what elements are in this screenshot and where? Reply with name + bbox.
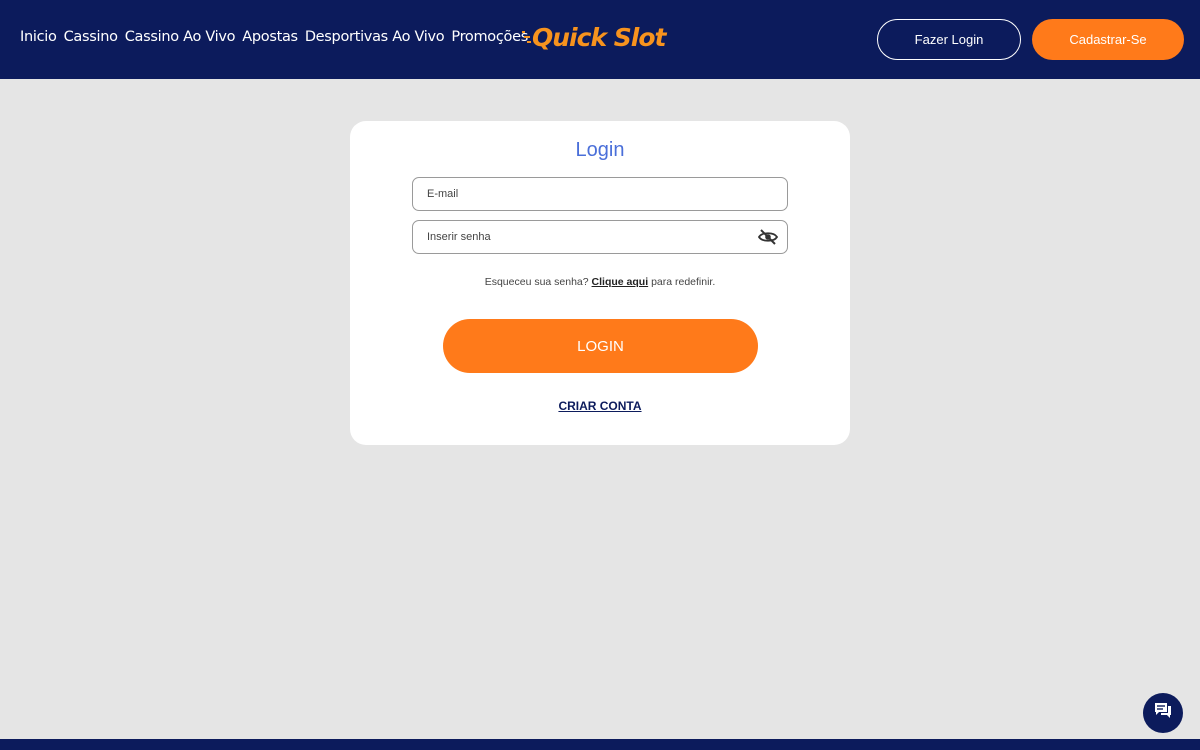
nav-promocoes[interactable]: Promoções xyxy=(451,29,528,45)
create-account-link[interactable]: CRIAR CONTA xyxy=(558,399,641,413)
eye-off-icon[interactable] xyxy=(757,228,779,246)
nav-apostas[interactable]: Apostas xyxy=(242,29,298,45)
logo-text: Quick Slot xyxy=(532,23,668,52)
password-input[interactable] xyxy=(413,221,733,253)
chat-button[interactable] xyxy=(1143,693,1183,733)
reset-password-link[interactable]: Clique aqui xyxy=(592,276,649,288)
cadastrar-button[interactable]: Cadastrar-Se xyxy=(1032,19,1184,60)
nav-desportivas-ao-vivo[interactable]: Desportivas Ao Vivo xyxy=(305,29,445,45)
nav-cassino[interactable]: Cassino xyxy=(64,29,118,45)
chat-icon xyxy=(1153,701,1173,725)
login-title: Login xyxy=(575,139,625,161)
forgot-prefix: Esqueceu sua senha? xyxy=(484,276,589,288)
quick-slot-logo[interactable]: Quick Slot xyxy=(522,18,682,58)
forgot-suffix: para redefinir. xyxy=(651,276,716,288)
fazer-login-button[interactable]: Fazer Login xyxy=(877,19,1021,60)
password-field xyxy=(412,220,788,254)
login-card: Login Esqueceu sua senha? Clique aqui pa… xyxy=(350,121,850,445)
footer-strip xyxy=(0,739,1200,750)
email-input[interactable] xyxy=(413,178,733,210)
forgot-password-text: Esqueceu sua senha? Clique aqui para red… xyxy=(350,276,850,288)
main-nav: Inicio Cassino Cassino Ao Vivo Apostas D… xyxy=(20,29,535,45)
create-account-row: CRIAR CONTA xyxy=(350,397,850,415)
nav-cassino-ao-vivo[interactable]: Cassino Ao Vivo xyxy=(125,29,236,45)
nav-inicio[interactable]: Inicio xyxy=(20,29,57,45)
login-submit-button[interactable]: LOGIN xyxy=(443,319,758,373)
site-header: Inicio Cassino Cassino Ao Vivo Apostas D… xyxy=(0,0,1200,79)
email-field xyxy=(412,177,788,211)
